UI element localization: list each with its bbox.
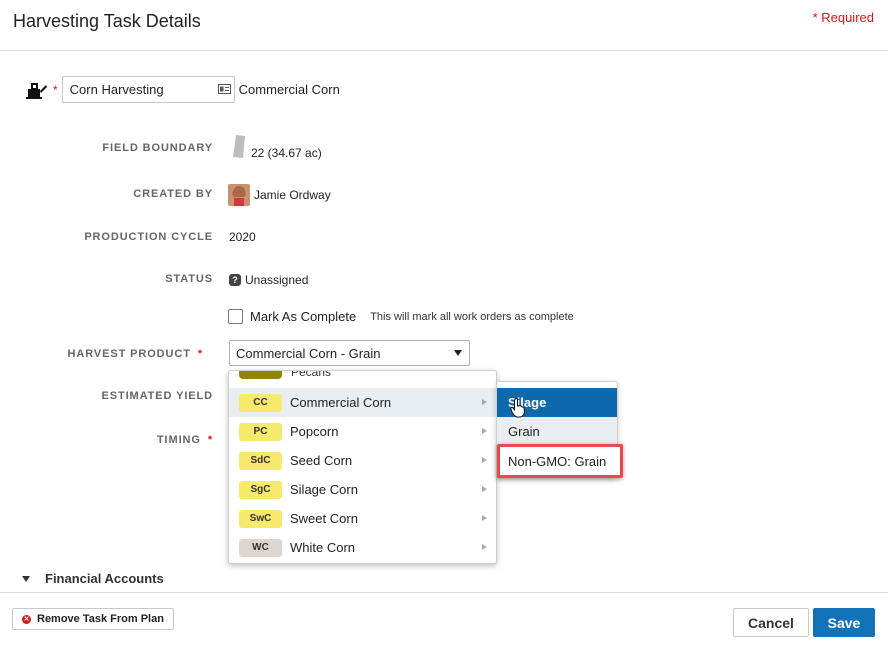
production-cycle-value: 2020: [229, 230, 256, 244]
chevron-right-icon: [482, 544, 487, 550]
crop-name: Commercial Corn: [238, 82, 340, 97]
dropdown-item-label: Seed Corn: [290, 453, 353, 468]
chevron-right-icon: [482, 457, 487, 463]
mark-complete-label[interactable]: Mark As Complete: [250, 309, 356, 324]
tag-pc: PC: [239, 422, 282, 441]
required-star: *: [207, 434, 213, 446]
chevron-right-icon: [482, 399, 487, 405]
avatar: [228, 183, 250, 206]
chevron-right-icon: [482, 486, 487, 492]
mark-complete-hint: This will mark all work orders as comple…: [370, 310, 574, 323]
remove-task-button[interactable]: ✕ Remove Task From Plan: [12, 608, 174, 630]
field-boundary-label: FIELD BOUNDARY: [102, 142, 213, 154]
financial-accounts-label: Financial Accounts: [45, 571, 164, 586]
created-by-value: Jamie Ordway: [228, 183, 331, 206]
dropdown-item-seed-corn[interactable]: SdC Seed Corn: [229, 446, 496, 475]
dropdown-item-label: Silage Corn: [290, 482, 358, 497]
status-value: ? Unassigned: [229, 273, 308, 287]
timing-label-text: TIMING: [156, 434, 201, 446]
remove-circle-icon: ✕: [22, 614, 31, 624]
harvest-product-select[interactable]: Commercial Corn - Grain: [229, 340, 470, 366]
production-cycle-label: PRODUCTION CYCLE: [84, 231, 213, 243]
dropdown-item-sweet-corn[interactable]: SwC Sweet Corn: [229, 504, 496, 533]
tag-wc: WC: [239, 538, 282, 557]
field-shape-icon: [233, 135, 245, 158]
question-icon: ?: [229, 274, 241, 286]
dropdown-item-label: White Corn: [290, 540, 356, 555]
remove-task-label: Remove Task From Plan: [37, 613, 164, 625]
tag-pecans: [239, 371, 282, 379]
task-name-value: Corn Harvesting: [69, 82, 164, 97]
mark-complete-checkbox[interactable]: [228, 309, 243, 324]
financial-accounts-toggle[interactable]: Financial Accounts: [22, 571, 164, 586]
dropdown-item-label: Commercial Corn: [290, 395, 392, 410]
task-name-input[interactable]: Corn Harvesting: [61, 76, 235, 103]
field-boundary-text: 22 (34.67 ac): [251, 146, 322, 160]
required-star: *: [53, 82, 58, 97]
required-note: * Required: [812, 10, 874, 25]
required-star: *: [197, 348, 203, 360]
page-title: Harvesting Task Details: [13, 11, 201, 31]
tag-sdc: SdC: [239, 451, 282, 470]
dropdown-item-label: Popcorn: [290, 424, 339, 439]
dialog-header: Harvesting Task Details * Required: [0, 0, 888, 51]
caret-down-icon: [454, 350, 462, 356]
chevron-right-icon: [482, 428, 487, 434]
harvest-product-value: Commercial Corn - Grain: [236, 345, 381, 361]
tag-cc: CC: [239, 393, 282, 412]
harvest-product-label: HARVEST PRODUCT *: [3, 348, 203, 360]
chevron-right-icon: [482, 515, 487, 521]
dropdown-item-white-corn[interactable]: WC White Corn: [229, 533, 496, 562]
submenu-item-non-gmo-grain[interactable]: Non-GMO: Grain: [497, 444, 623, 478]
dropdown-item-silage-corn[interactable]: SgC Silage Corn: [229, 475, 496, 504]
status-label: STATUS: [165, 273, 213, 285]
creator-name: Jamie Ordway: [254, 187, 331, 202]
submenu-item-grain[interactable]: Grain: [497, 417, 617, 446]
harvest-product-dropdown: Pecans CC Commercial Corn PC Popcorn SdC…: [228, 370, 497, 564]
caret-down-icon: [22, 575, 30, 582]
harvester-icon: [26, 82, 47, 99]
cancel-button[interactable]: Cancel: [733, 608, 809, 637]
task-name-row: * Corn Harvesting Commercial Corn: [26, 76, 340, 103]
field-boundary-value: 22 (34.67 ac): [233, 133, 322, 160]
mark-complete-row: Mark As Complete This will mark all work…: [228, 309, 574, 324]
hand-cursor-icon: [510, 398, 526, 418]
dropdown-item-pecans-label[interactable]: Pecans: [291, 371, 331, 379]
id-card-icon[interactable]: [217, 84, 231, 94]
timing-label: TIMING *: [13, 434, 213, 446]
tag-swc: SwC: [239, 509, 282, 528]
created-by-label: CREATED BY: [133, 188, 213, 200]
harvest-product-label-text: HARVEST PRODUCT: [67, 348, 191, 360]
dropdown-item-popcorn[interactable]: PC Popcorn: [229, 417, 496, 446]
dropdown-item-label: Sweet Corn: [290, 511, 358, 526]
estimated-yield-label: ESTIMATED YIELD: [101, 390, 213, 402]
status-text: Unassigned: [245, 273, 309, 287]
tag-sgc: SgC: [239, 480, 282, 499]
dropdown-item-commercial-corn[interactable]: CC Commercial Corn: [229, 388, 496, 417]
save-button[interactable]: Save: [813, 608, 875, 637]
